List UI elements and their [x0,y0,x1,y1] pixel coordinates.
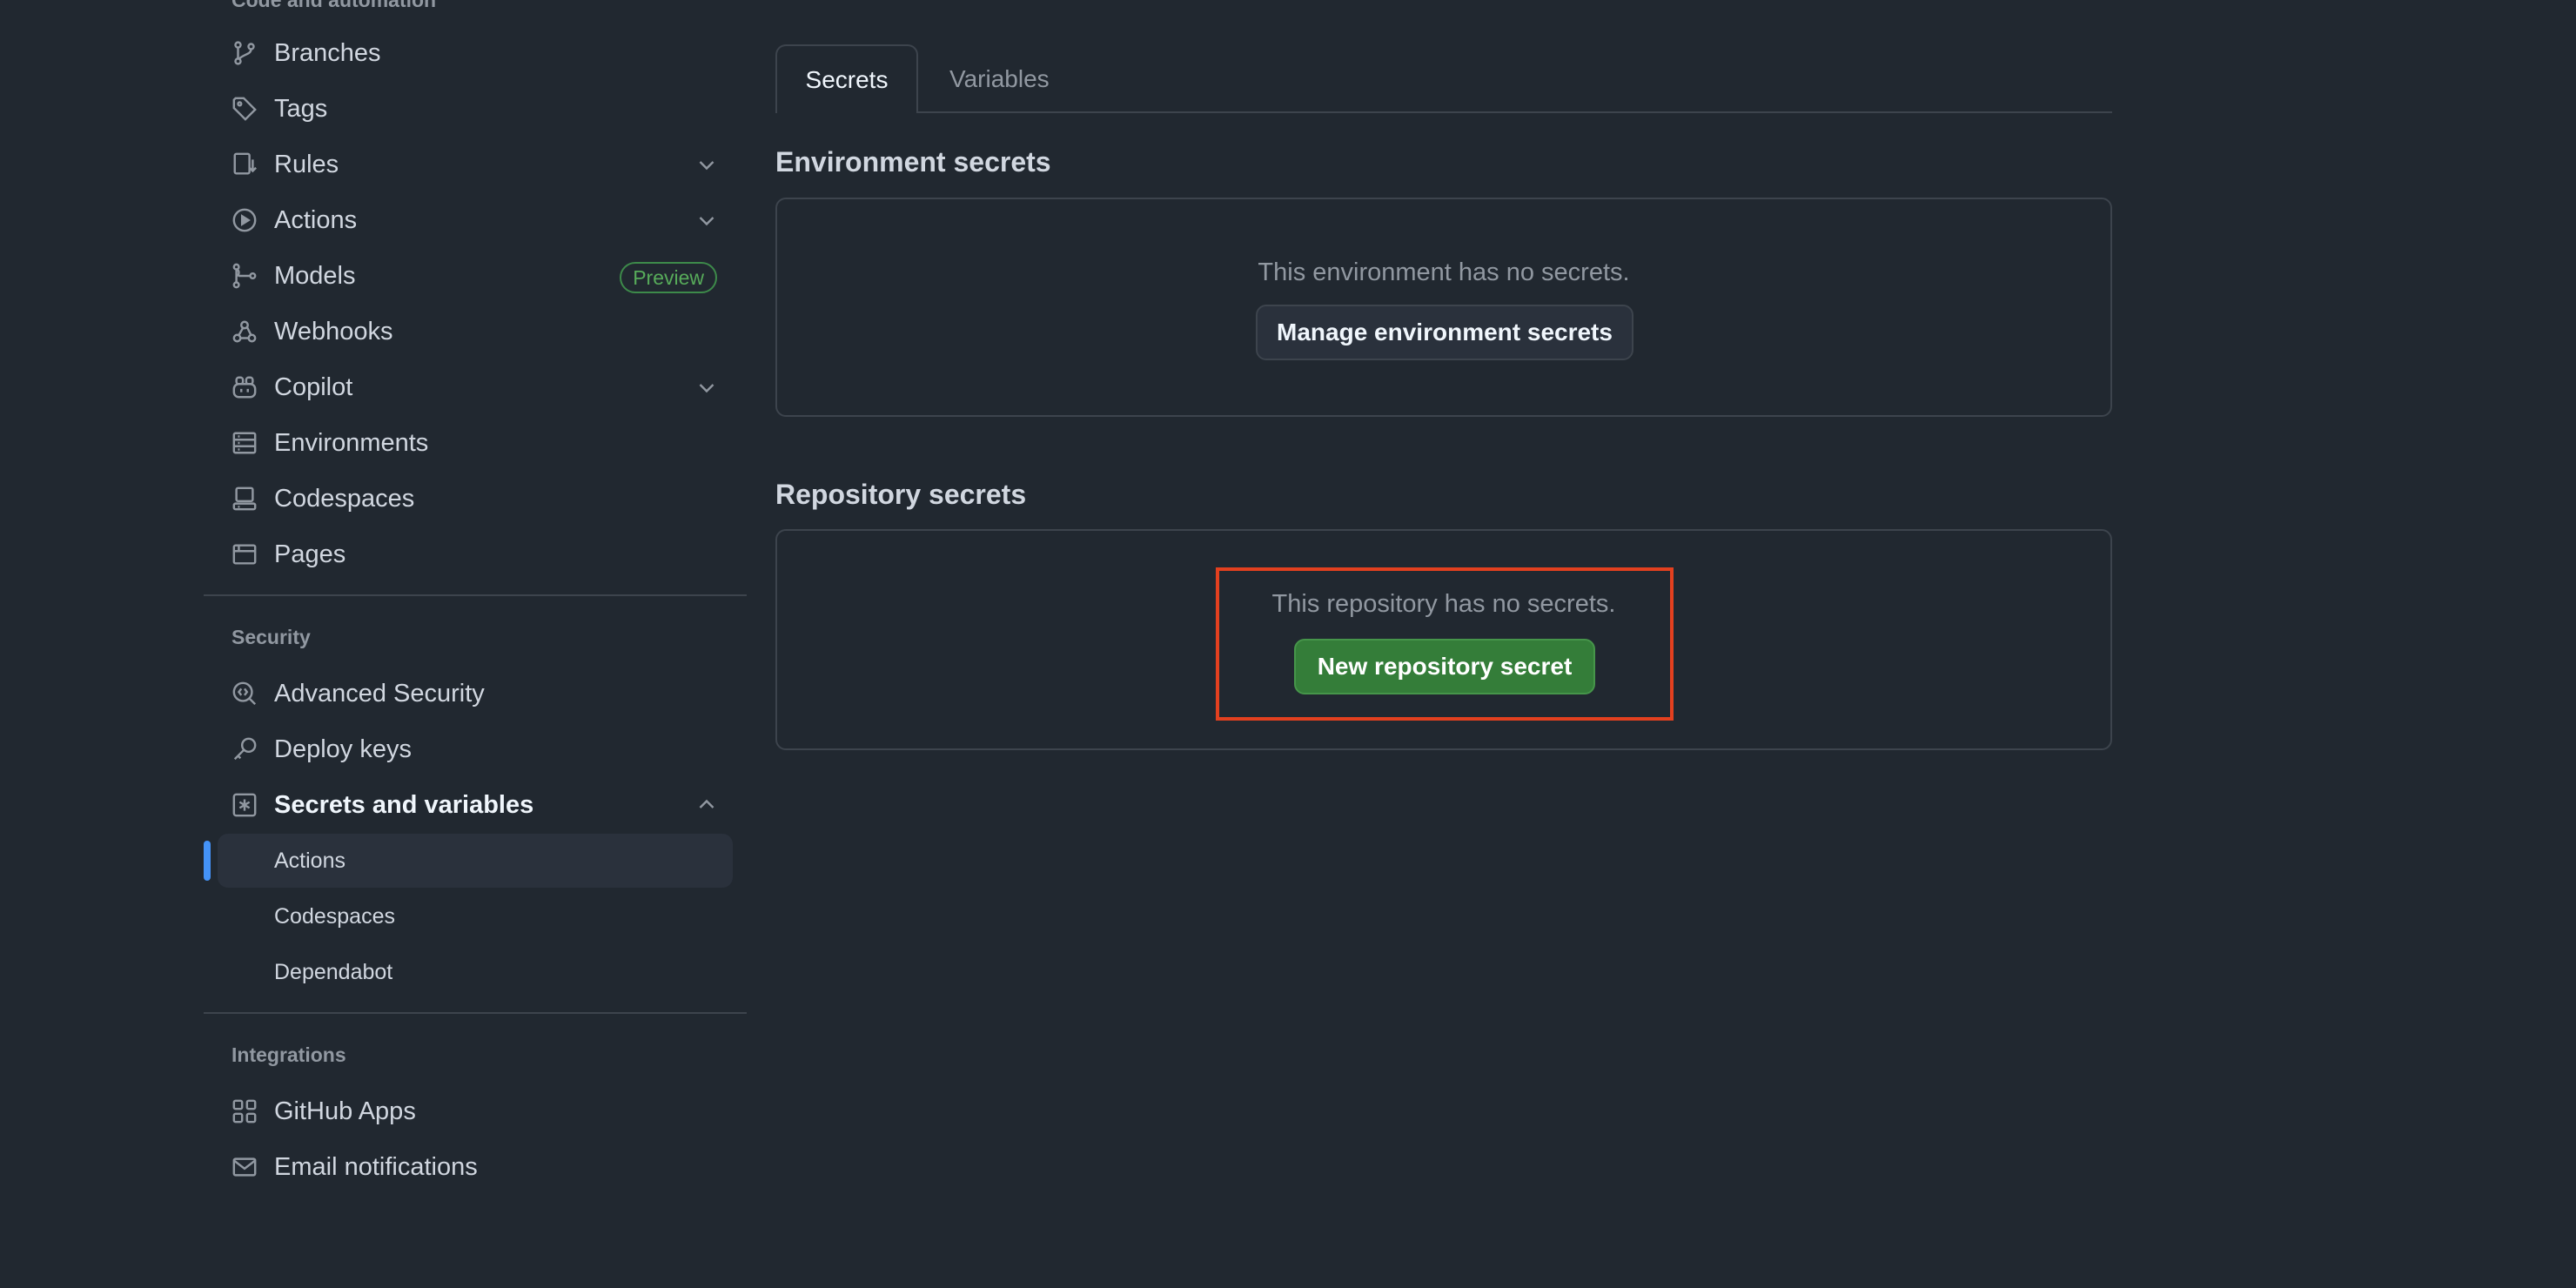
active-indicator [204,841,211,881]
sidebar-item-deploy-keys[interactable]: Deploy keys [218,724,733,775]
chevron-down-icon[interactable] [696,154,717,175]
sidebar-divider [204,1012,747,1014]
sidebar-item-environments[interactable]: Environments [218,418,733,468]
tag-icon [231,96,258,122]
sidebar-item-label: Pages [274,540,346,568]
sidebar-item-label: Models [274,261,356,290]
sidebar-subitem-dependabot[interactable]: Dependabot [218,945,733,999]
sidebar-item-label: Codespaces [274,484,415,513]
key-asterisk-icon [231,792,258,818]
sidebar-item-email-notifications[interactable]: Email notifications [218,1142,733,1192]
copilot-icon [231,374,258,400]
rules-icon [231,151,258,178]
section-title-code-automation: Code and automation [231,0,437,11]
sidebar-item-secrets-and-variables[interactable]: Secrets and variables [218,780,733,830]
preview-badge: Preview [620,262,717,293]
browser-icon [231,541,258,567]
sidebar-item-label: Email notifications [274,1152,478,1181]
highlight-box [1216,567,1674,721]
section-title-security: Security [231,626,311,648]
server-icon [231,430,258,456]
sidebar-divider [204,594,747,596]
git-branch-icon [231,40,258,66]
chevron-down-icon[interactable] [696,210,717,231]
sidebar-item-copilot[interactable]: Copilot [218,362,733,413]
sidebar-item-label: GitHub Apps [274,1097,416,1125]
environment-secrets-heading: Environment secrets [775,146,1051,178]
tabs-underline [775,111,2112,113]
secrets-main: Secrets Variables Environment secrets Th… [775,0,2112,1288]
sidebar-subitem-label: Actions [274,848,345,873]
play-icon [231,207,258,233]
sidebar-item-rules[interactable]: Rules [218,139,733,190]
chevron-up-icon[interactable] [696,795,717,815]
sidebar-item-label: Branches [274,38,381,67]
chevron-down-icon[interactable] [696,377,717,398]
codescan-icon [231,681,258,707]
sidebar-item-label: Advanced Security [274,679,485,708]
key-icon [231,736,258,762]
tab-variables[interactable]: Variables [949,44,1050,113]
sidebar-item-tags[interactable]: Tags [218,84,733,134]
sidebar-item-label: Webhooks [274,317,393,345]
sidebar-item-advanced-security[interactable]: Advanced Security [218,668,733,719]
sidebar-subitem-label: Dependabot [274,959,393,984]
apps-icon [231,1098,258,1124]
sidebar-item-label: Rules [274,150,339,178]
sidebar-item-label: Deploy keys [274,735,412,763]
sidebar-item-codespaces[interactable]: Codespaces [218,473,733,524]
sidebar-item-models[interactable]: Models Preview [218,251,733,301]
sidebar-subitem-codespaces[interactable]: Codespaces [218,889,733,943]
sidebar-subitem-label: Codespaces [274,903,395,929]
codespaces-icon [231,486,258,512]
sidebar-item-pages[interactable]: Pages [218,529,733,580]
sidebar-item-branches[interactable]: Branches [218,28,733,78]
sidebar-item-label: Secrets and variables [274,790,534,819]
environment-empty-text: This environment has no secrets. [1258,258,1630,286]
webhook-icon [231,319,258,345]
sidebar-item-actions[interactable]: Actions [218,195,733,245]
sidebar-item-label: Copilot [274,372,353,401]
models-icon [231,263,258,289]
sidebar-item-github-apps[interactable]: GitHub Apps [218,1086,733,1137]
sidebar-item-label: Tags [274,94,328,123]
settings-sidebar: Code and automation Branches Tags Rules … [204,0,747,1288]
sidebar-subitem-actions[interactable]: Actions [218,834,733,888]
manage-environment-secrets-button[interactable]: Manage environment secrets [1256,305,1633,360]
environment-secrets-box: This environment has no secrets. Manage … [775,198,2112,417]
repository-secrets-heading: Repository secrets [775,479,1027,510]
section-title-integrations: Integrations [231,1043,346,1066]
sidebar-item-webhooks[interactable]: Webhooks [218,306,733,357]
mail-icon [231,1154,258,1180]
sidebar-item-label: Environments [274,428,429,457]
tab-secrets[interactable]: Secrets [775,44,918,113]
sidebar-item-label: Actions [274,205,358,234]
